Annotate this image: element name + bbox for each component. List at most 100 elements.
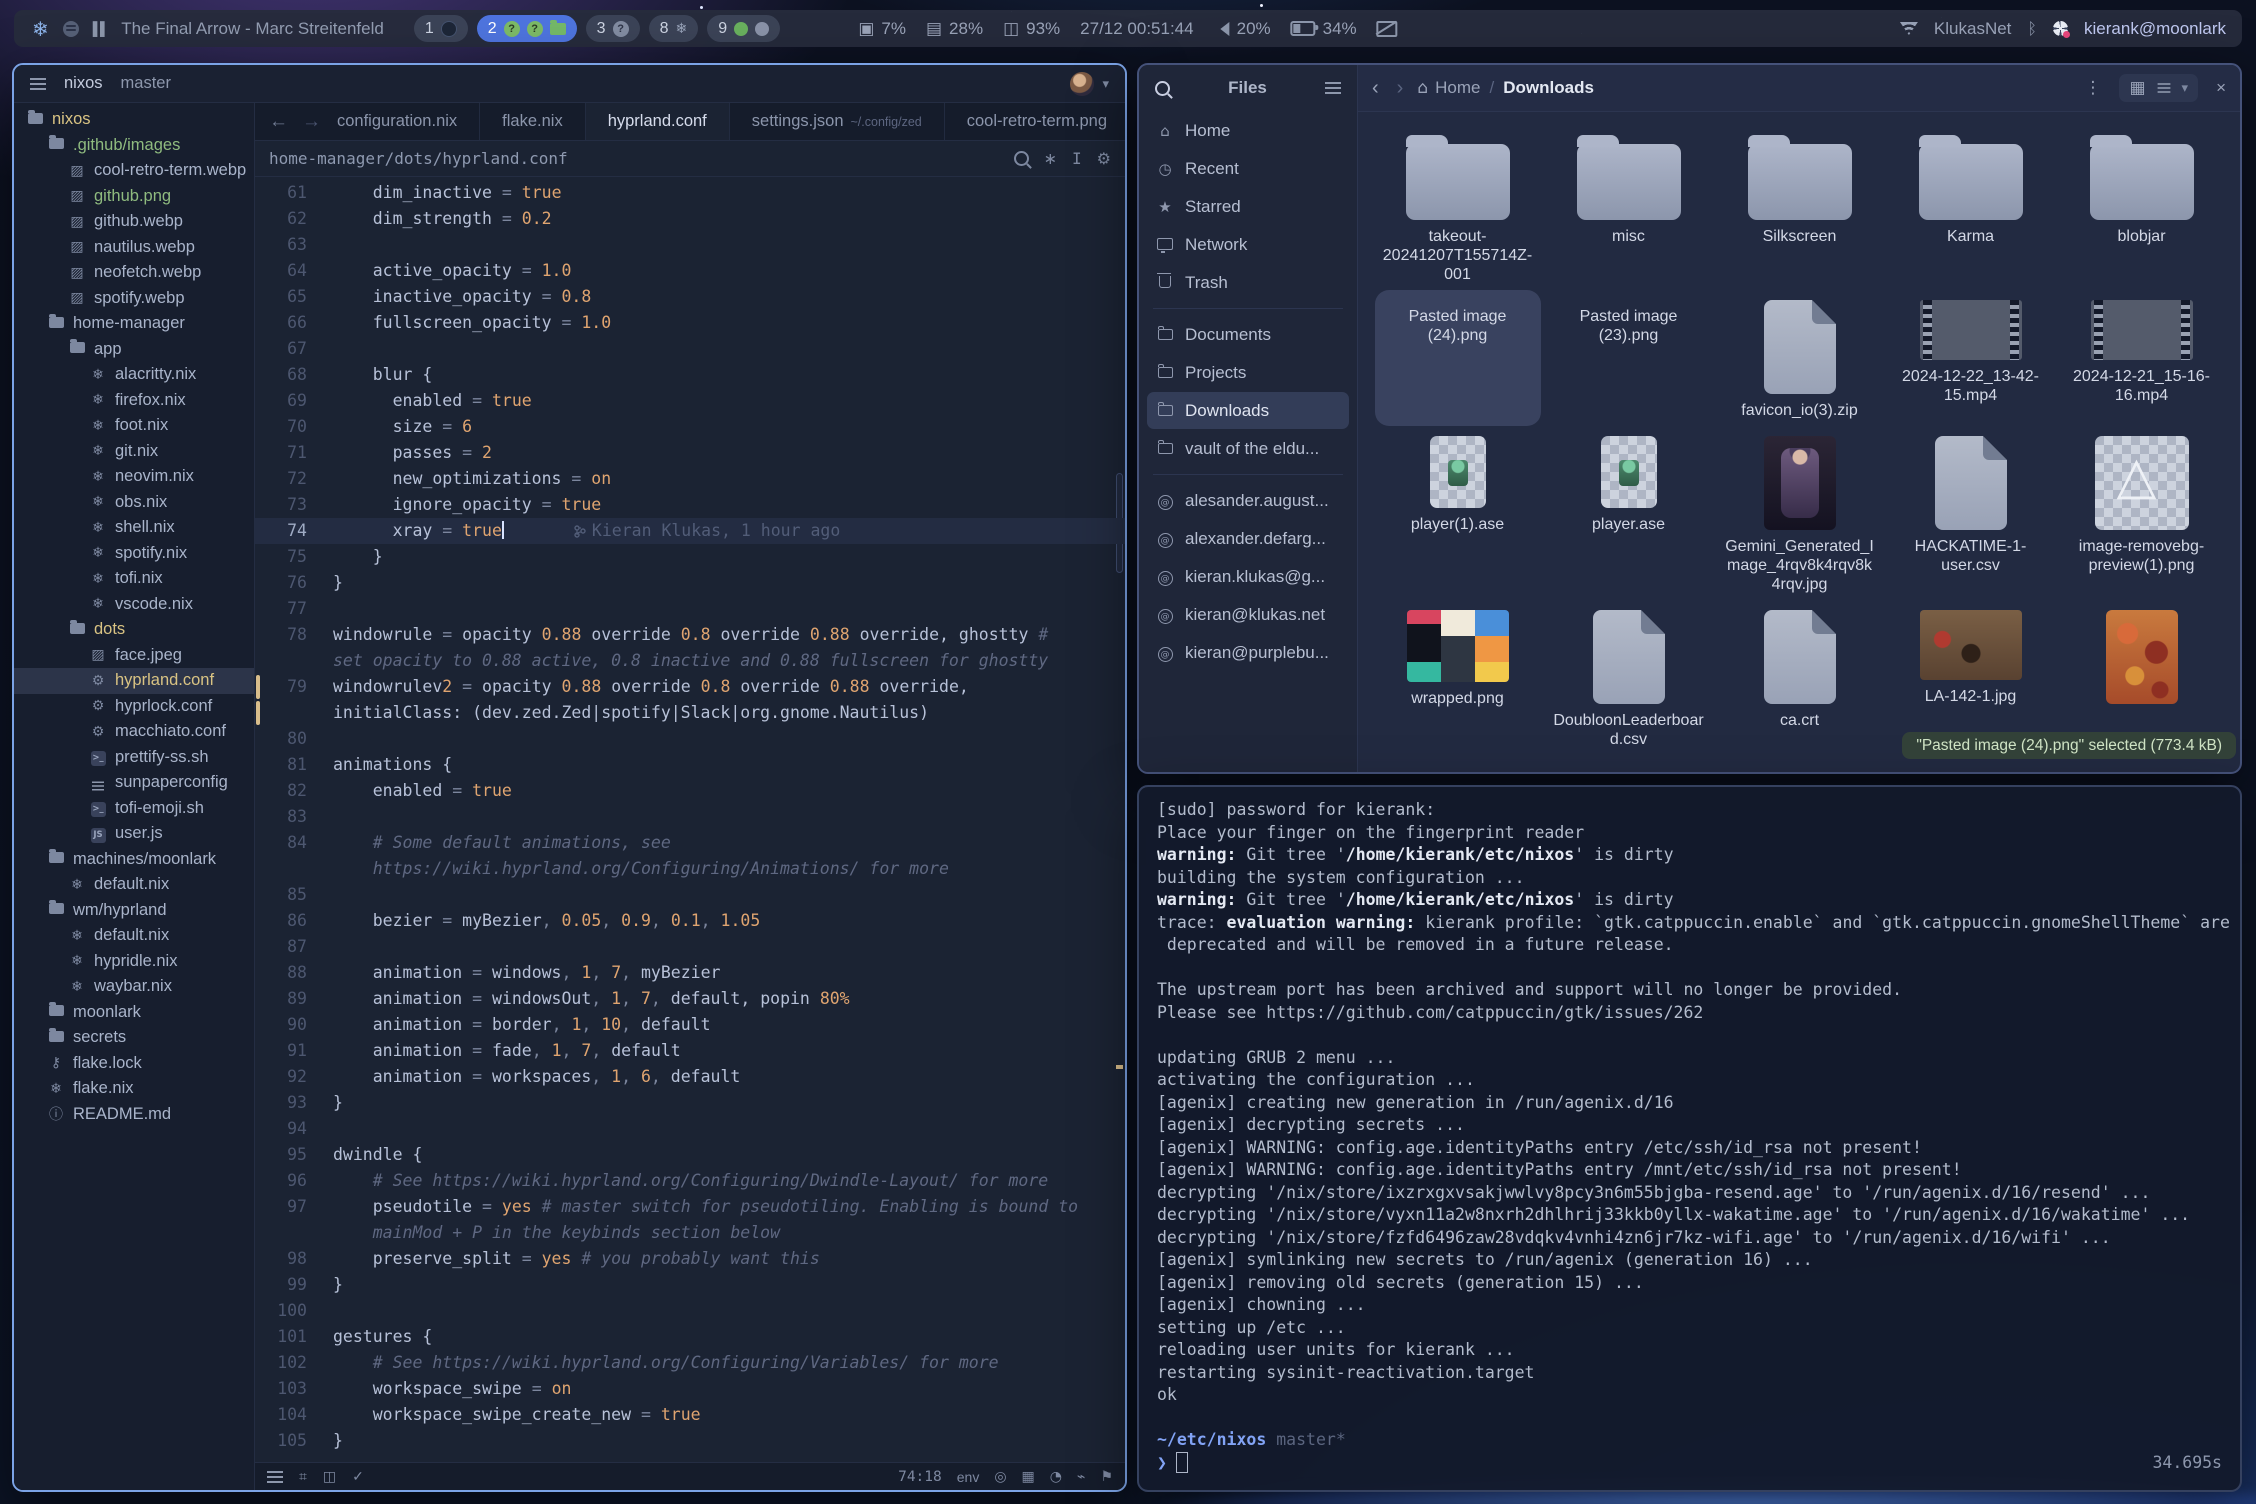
cursor-position[interactable]: 74:18 bbox=[898, 1469, 942, 1485]
tree-item[interactable]: ⓘREADME.md bbox=[14, 1102, 254, 1128]
search-icon[interactable] bbox=[1014, 151, 1029, 166]
file-item[interactable]: blobjar bbox=[2056, 122, 2227, 290]
tree-item[interactable]: ❄default.nix bbox=[14, 923, 254, 949]
code-line[interactable]: initialClass: (dev.zed.Zed|spotify|Slack… bbox=[255, 700, 1125, 726]
code-line[interactable]: 90 animation = border, 1, 10, default bbox=[255, 1012, 1125, 1038]
sidebar-item-kieran-klukas-net[interactable]: @kieran@klukas.net bbox=[1147, 596, 1349, 633]
terminal-panel-icon[interactable]: ⌗ bbox=[299, 1469, 307, 1485]
tree-item[interactable]: >_prettify-ss.sh bbox=[14, 745, 254, 771]
code-line[interactable]: 102 # See https://wiki.hyprland.org/Conf… bbox=[255, 1350, 1125, 1376]
tree-item[interactable]: ▨nautilus.webp bbox=[14, 235, 254, 261]
tree-item[interactable]: ▨github.png bbox=[14, 184, 254, 210]
code-line[interactable]: 96 # See https://wiki.hyprland.org/Confi… bbox=[255, 1168, 1125, 1194]
tree-item[interactable]: >_tofi-emoji.sh bbox=[14, 796, 254, 822]
spotify-icon[interactable] bbox=[63, 21, 79, 37]
tree-item[interactable]: ❄git.nix bbox=[14, 439, 254, 465]
code-line[interactable]: 71 passes = 2 bbox=[255, 440, 1125, 466]
file-item[interactable]: 2024-12-21_15-16-16.mp4 bbox=[2056, 290, 2227, 426]
code-line[interactable]: 81animations { bbox=[255, 752, 1125, 778]
sidebar-item-documents[interactable]: Documents bbox=[1147, 316, 1349, 353]
code-line[interactable]: 69 enabled = true bbox=[255, 388, 1125, 414]
workspace-pill[interactable]: 2?? bbox=[477, 15, 577, 42]
tree-item[interactable]: app bbox=[14, 337, 254, 363]
copilot-icon[interactable]: ◎ bbox=[994, 1469, 1006, 1485]
tree-item[interactable]: .github/images bbox=[14, 133, 254, 159]
code-line[interactable]: 72 new_optimizations = on bbox=[255, 466, 1125, 492]
code-line[interactable]: 70 size = 6 bbox=[255, 414, 1125, 440]
tree-item[interactable]: ❄tofi.nix bbox=[14, 566, 254, 592]
idle-inhibitor-icon[interactable] bbox=[1377, 21, 1398, 37]
tree-item[interactable]: ❄neovim.nix bbox=[14, 464, 254, 490]
tree-item[interactable]: ▨neofetch.webp bbox=[14, 260, 254, 286]
code-line[interactable]: 92 animation = workspaces, 1, 6, default bbox=[255, 1064, 1125, 1090]
code-line[interactable]: 94 bbox=[255, 1116, 1125, 1142]
code-line[interactable]: https://wiki.hyprland.org/Configuring/An… bbox=[255, 856, 1125, 882]
editor-settings-icon[interactable]: ⚙ bbox=[1097, 149, 1111, 168]
tree-item[interactable]: ▨spotify.webp bbox=[14, 286, 254, 312]
menu-icon[interactable] bbox=[30, 83, 46, 85]
tree-item[interactable]: machines/moonlark bbox=[14, 847, 254, 873]
file-item[interactable]: DoubloonLeaderboard.csv bbox=[1543, 600, 1714, 755]
editor-tab[interactable]: flake.nix bbox=[480, 103, 586, 140]
sidebar-item-kieran-purplebu-[interactable]: @kieran@purplebu... bbox=[1147, 634, 1349, 671]
file-item[interactable]: HACKATIME-1-user.csv bbox=[1885, 426, 2056, 600]
tree-item[interactable]: ❄vscode.nix bbox=[14, 592, 254, 618]
tree-item[interactable]: ▨face.jpeg bbox=[14, 643, 254, 669]
code-line[interactable]: 93} bbox=[255, 1090, 1125, 1116]
tree-item[interactable]: ⚙hyprland.conf bbox=[14, 668, 254, 694]
sidebar-item-kieran-klukas-g-[interactable]: @kieran.klukas@g... bbox=[1147, 558, 1349, 595]
code-line[interactable]: 89 animation = windowsOut, 1, 7, default… bbox=[255, 986, 1125, 1012]
file-item[interactable]: 2024-12-22_13-42-15.mp4 bbox=[1885, 290, 2056, 426]
code-line[interactable]: 82 enabled = true bbox=[255, 778, 1125, 804]
extensions-icon[interactable]: ⚑ bbox=[1100, 1469, 1113, 1485]
sidebar-item-recent[interactable]: ◷Recent bbox=[1147, 150, 1349, 187]
code-line[interactable]: 76} bbox=[255, 570, 1125, 596]
tree-item[interactable]: ❄default.nix bbox=[14, 872, 254, 898]
file-item[interactable]: Pasted image (23).png bbox=[1543, 290, 1714, 426]
tree-item[interactable]: wm/hyprland bbox=[14, 898, 254, 924]
code-line[interactable]: 75 } bbox=[255, 544, 1125, 570]
file-item[interactable]: player(1).ase bbox=[1372, 426, 1543, 600]
grid-view-icon[interactable]: ▦ bbox=[2129, 78, 2145, 98]
view-options-chevron-icon[interactable]: ▾ bbox=[2182, 80, 2189, 96]
editor-tab[interactable]: cool-retro-term.png bbox=[945, 103, 1125, 140]
file-item[interactable]: takeout-20241207T155714Z-001 bbox=[1372, 122, 1543, 290]
tree-item[interactable]: ❄obs.nix bbox=[14, 490, 254, 516]
tree-item[interactable]: ❄flake.nix bbox=[14, 1076, 254, 1102]
tree-item[interactable]: sunpaperconfig bbox=[14, 770, 254, 796]
code-line[interactable]: 64 active_opacity = 1.0 bbox=[255, 258, 1125, 284]
avatar[interactable] bbox=[1070, 72, 1094, 96]
editor-tab[interactable]: configuration.nix bbox=[315, 103, 480, 140]
sidebar-item-projects[interactable]: Projects bbox=[1147, 354, 1349, 391]
bluetooth-icon[interactable]: ᛒ bbox=[2027, 19, 2037, 38]
sidebar-item-trash[interactable]: Trash bbox=[1147, 264, 1349, 301]
breadcrumb-current[interactable]: Downloads bbox=[1503, 78, 1594, 98]
tree-item[interactable]: moonlark bbox=[14, 1000, 254, 1026]
code-line[interactable]: 97 pseudotile = yes # master switch for … bbox=[255, 1194, 1125, 1220]
file-item[interactable]: Karma bbox=[1885, 122, 2056, 290]
files-search-icon[interactable] bbox=[1155, 81, 1170, 96]
terminal-window[interactable]: [sudo] password for kierank:Place your f… bbox=[1137, 785, 2242, 1492]
sidebar-item-downloads[interactable]: Downloads bbox=[1147, 392, 1349, 429]
code-line[interactable]: 67 bbox=[255, 336, 1125, 362]
tree-item[interactable]: home-manager bbox=[14, 311, 254, 337]
tree-item[interactable]: JSuser.js bbox=[14, 821, 254, 847]
tree-item[interactable]: ❄foot.nix bbox=[14, 413, 254, 439]
code-line[interactable]: 77 bbox=[255, 596, 1125, 622]
code-line[interactable]: 61 dim_inactive = true bbox=[255, 180, 1125, 206]
volume-stat[interactable]: 20% bbox=[1214, 19, 1271, 39]
code-line[interactable]: 84 # Some default animations, see bbox=[255, 830, 1125, 856]
files-menu-icon[interactable] bbox=[1325, 87, 1341, 89]
code-line[interactable]: 87 bbox=[255, 934, 1125, 960]
sidebar-item-alesander-august-[interactable]: @alesander.august... bbox=[1147, 482, 1349, 519]
code-line[interactable]: 62 dim_strength = 0.2 bbox=[255, 206, 1125, 232]
collab-icon[interactable]: ◫ bbox=[323, 1469, 336, 1485]
language-mode[interactable]: env bbox=[957, 1469, 980, 1485]
file-item[interactable]: Silkscreen bbox=[1714, 122, 1885, 290]
tree-item[interactable]: ❄waybar.nix bbox=[14, 974, 254, 1000]
media-title[interactable]: The Final Arrow - Marc Streitenfeld bbox=[121, 19, 384, 39]
panel-toggle-icon[interactable] bbox=[267, 1476, 283, 1478]
tree-item[interactable]: ❄shell.nix bbox=[14, 515, 254, 541]
window-close-icon[interactable]: × bbox=[2216, 78, 2226, 98]
network-name[interactable]: KlukasNet bbox=[1934, 19, 2011, 39]
